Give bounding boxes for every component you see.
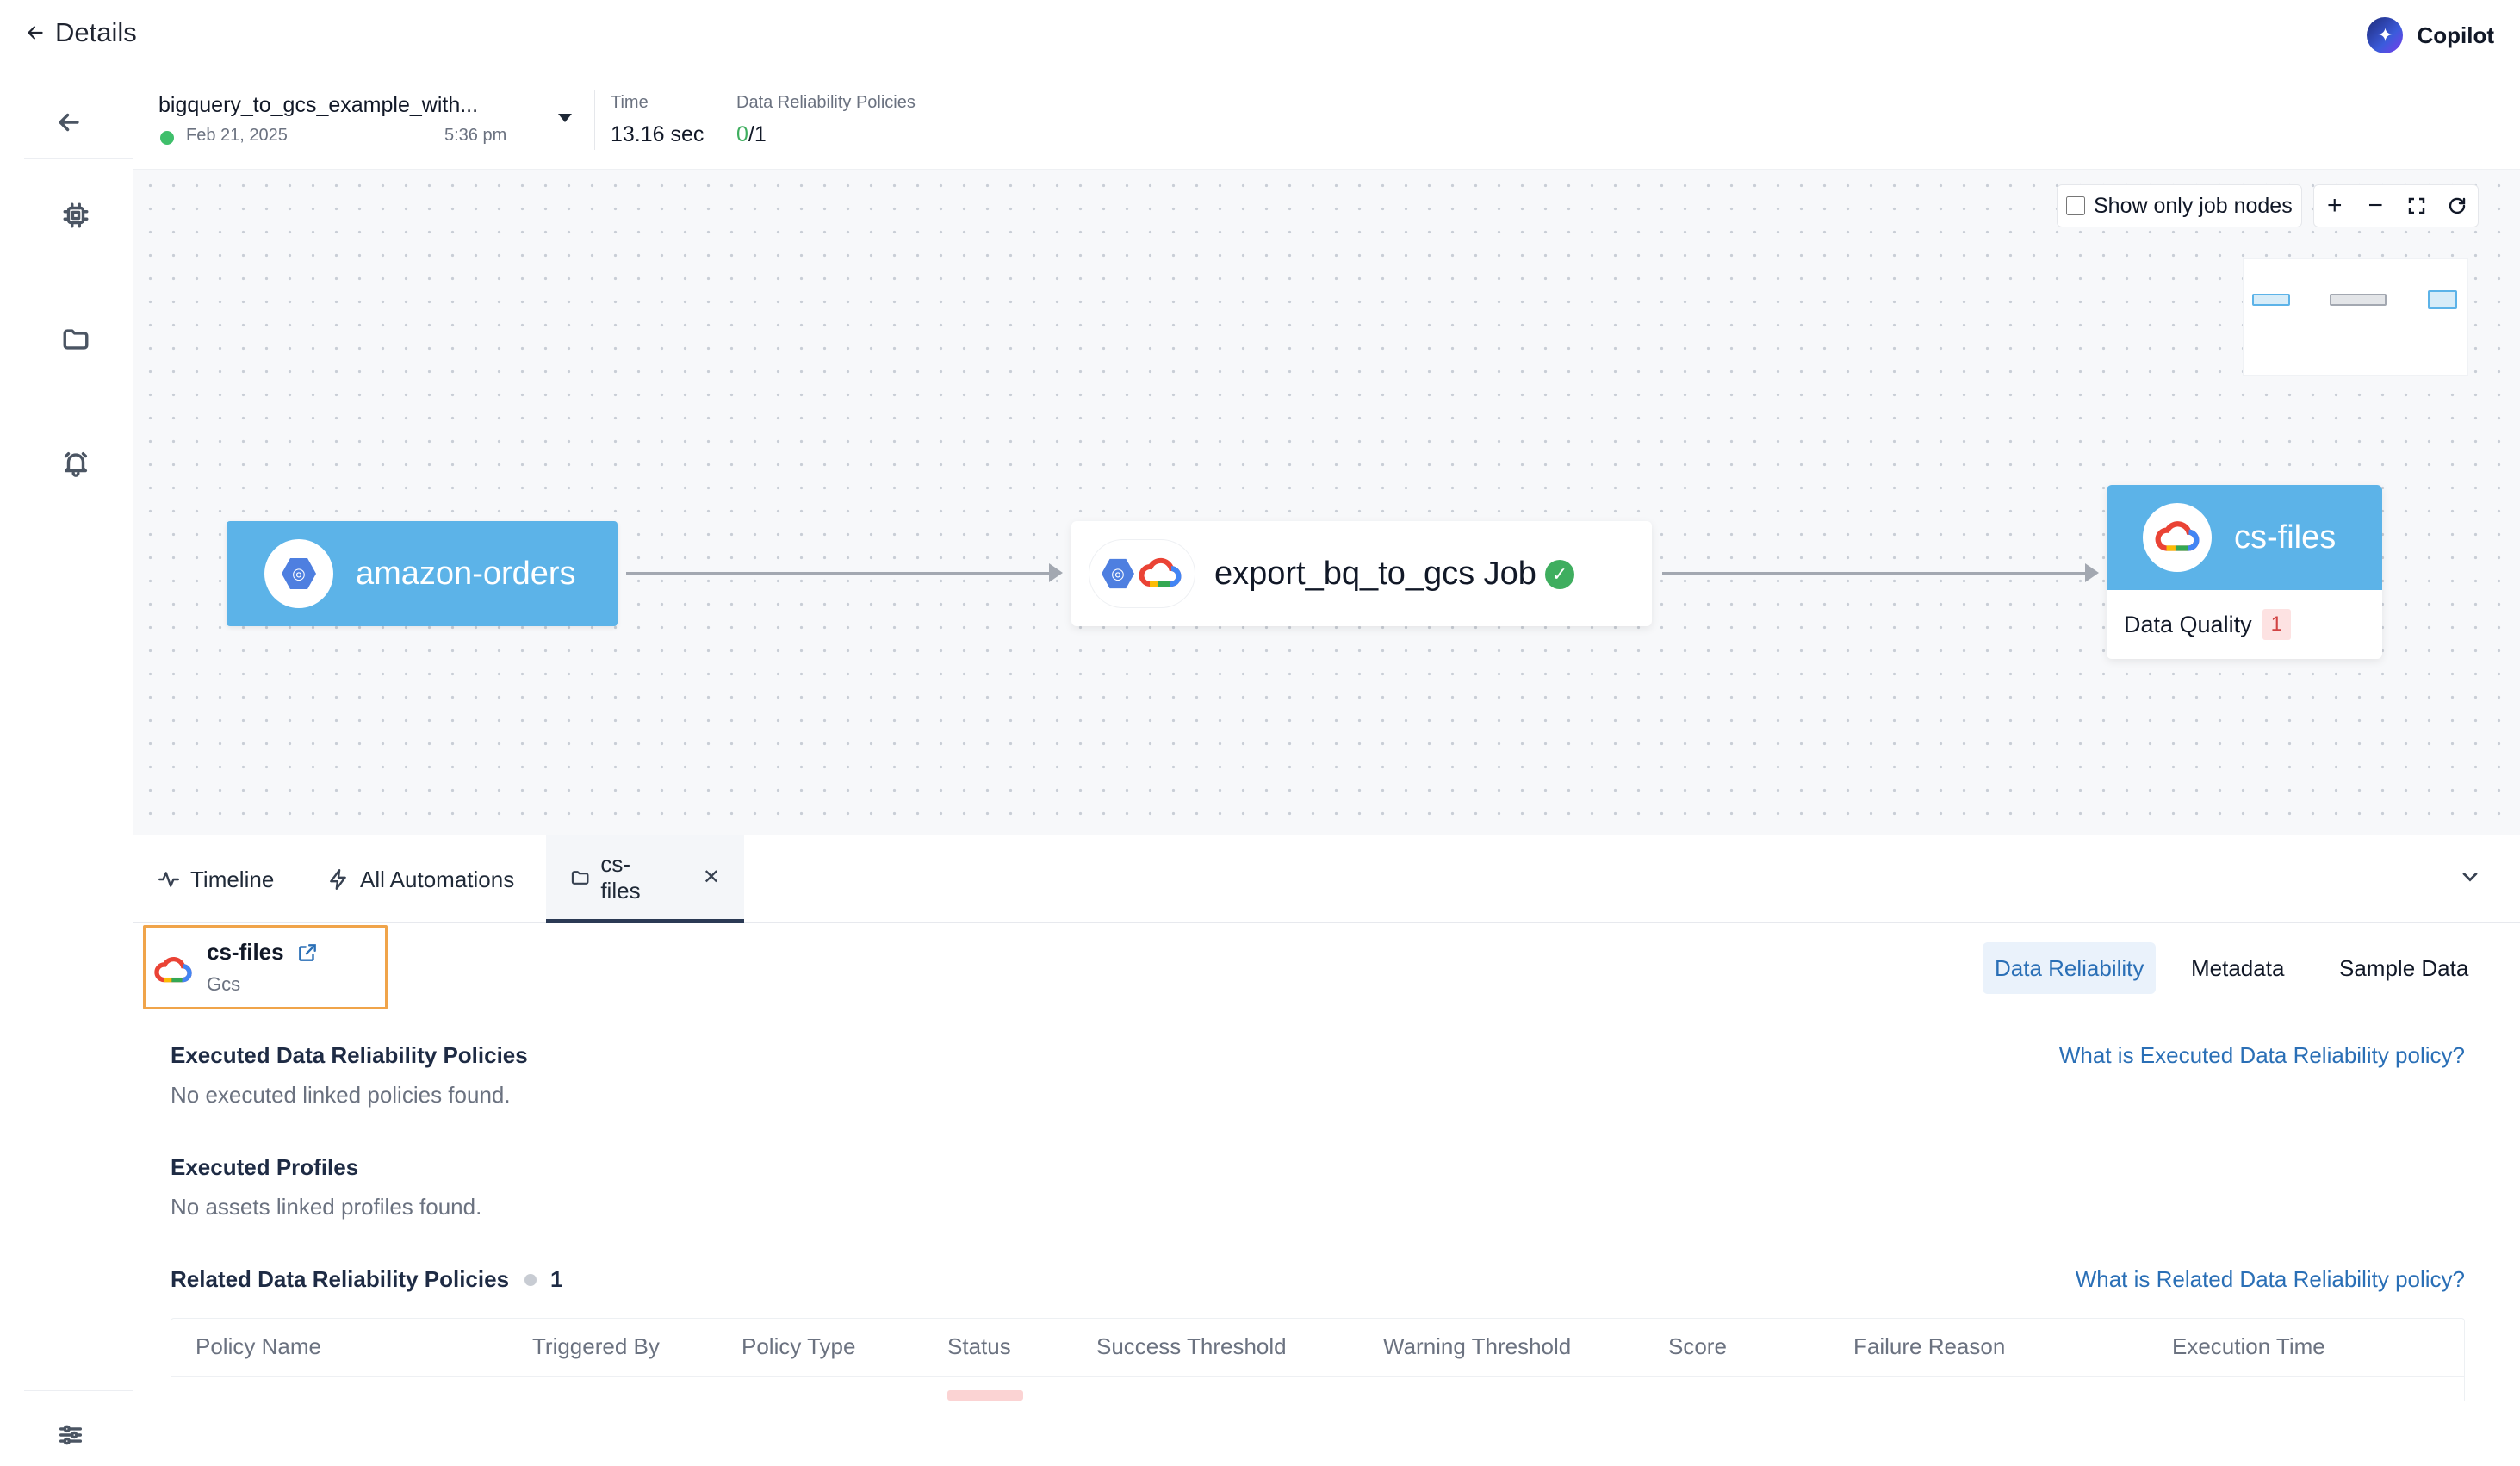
rail-divider: [24, 1390, 133, 1391]
data-quality-badge[interactable]: 1: [2262, 609, 2291, 640]
related-policies-title-text: Related Data Reliability Policies: [171, 1266, 510, 1292]
copilot-label: Copilot: [2417, 22, 2494, 48]
run-status-dot: [160, 131, 174, 145]
divider: [133, 169, 2520, 170]
column-header[interactable]: Policy Type: [742, 1333, 855, 1360]
tab-cs-files-label: cs-files: [600, 850, 641, 904]
show-only-job-nodes-label: Show only job nodes: [2094, 193, 2293, 218]
policies-passed: 0: [736, 122, 748, 146]
count-separator-dot: [524, 1273, 537, 1286]
close-icon[interactable]: ✕: [703, 865, 720, 890]
asset-name-text: cs-files: [207, 939, 284, 965]
policies-label: Data Reliability Policies: [736, 93, 916, 112]
gcs-cloud-icon: [154, 957, 192, 983]
policies-value: 0/1: [736, 122, 767, 147]
chip-icon[interactable]: [57, 196, 95, 234]
time-label: Time: [611, 93, 649, 112]
gcs-cloud-icon: [1139, 557, 1182, 587]
column-header[interactable]: Execution Time: [2172, 1333, 2325, 1360]
external-link-icon[interactable]: [296, 941, 319, 964]
gcs-cloud-icon: [2143, 503, 2212, 572]
scroll-cutoff: [133, 1401, 2520, 1466]
executed-profiles-empty: No assets linked profiles found.: [171, 1194, 482, 1220]
related-policies-title: Related Data Reliability Policies 1: [171, 1266, 563, 1293]
policies-total: /1: [748, 122, 767, 146]
asset-type: Gcs: [207, 973, 241, 995]
status-badge: [947, 1390, 1023, 1401]
back-arrow-icon[interactable]: [50, 103, 88, 141]
run-time-of-day: 5:36 pm: [444, 126, 507, 145]
related-policies-help-link[interactable]: What is Related Data Reliability policy?: [2076, 1266, 2465, 1293]
executed-policies-help-link[interactable]: What is Executed Data Reliability policy…: [2059, 1042, 2465, 1069]
source-node[interactable]: ◎ amazon-orders: [227, 521, 618, 626]
sparkle-icon: ✦: [2367, 17, 2404, 53]
zoom-in-icon[interactable]: +: [2318, 189, 2352, 223]
run-date: Feb 21, 2025: [186, 126, 288, 145]
target-node-label: cs-files: [2234, 519, 2337, 556]
fit-view-icon[interactable]: [2399, 189, 2434, 223]
divider: [594, 90, 595, 150]
source-node-label: amazon-orders: [356, 555, 576, 592]
activity-icon: [158, 872, 180, 887]
chevron-down-icon[interactable]: [558, 114, 572, 122]
executed-profiles-title: Executed Profiles: [171, 1154, 359, 1180]
column-header[interactable]: Success Threshold: [1096, 1333, 1287, 1360]
minimap-node: [2252, 294, 2290, 306]
success-check-icon: ✓: [1544, 560, 1574, 590]
chevron-down-icon[interactable]: [2458, 865, 2482, 889]
subtab-metadata[interactable]: Metadata: [2179, 942, 2296, 994]
job-source-icons: ◎: [1089, 539, 1195, 608]
bigquery-icon: ◎: [1102, 558, 1134, 589]
tab-all-automations[interactable]: All Automations: [303, 835, 538, 923]
bell-icon[interactable]: [57, 444, 95, 482]
executed-policies-empty: No executed linked policies found.: [171, 1082, 511, 1108]
tab-timeline[interactable]: Timeline: [133, 835, 298, 923]
tab-all-automations-label: All Automations: [360, 866, 515, 892]
related-policies-count: 1: [550, 1266, 563, 1292]
tab-cs-files[interactable]: cs-files ✕: [546, 835, 744, 923]
bolt-icon: [330, 868, 346, 891]
folder-icon[interactable]: [57, 320, 95, 358]
minimap[interactable]: [2243, 258, 2468, 376]
table-header-divider: [171, 1376, 2465, 1377]
left-rail: [0, 86, 133, 1466]
target-node[interactable]: cs-files Data Quality 1: [2107, 485, 2382, 659]
column-header[interactable]: Policy Name: [196, 1333, 321, 1360]
column-header[interactable]: Failure Reason: [1853, 1333, 2005, 1360]
folder-icon: [571, 870, 589, 885]
column-header[interactable]: Status: [947, 1333, 1011, 1360]
minimap-node: [2428, 290, 2457, 309]
arrow-head: [2085, 563, 2099, 582]
executed-policies-title: Executed Data Reliability Policies: [171, 1042, 528, 1068]
arrow-left-icon: [28, 26, 43, 40]
rail-divider: [24, 158, 133, 159]
sliders-icon[interactable]: [52, 1416, 90, 1454]
time-value: 13.16 sec: [611, 122, 704, 146]
job-node-name: export_bq_to_gcs Job: [1214, 555, 1536, 592]
subtab-data-reliability[interactable]: Data Reliability: [1983, 942, 2157, 994]
asset-name: cs-files: [207, 939, 319, 966]
show-only-job-nodes-toggle[interactable]: Show only job nodes: [2057, 184, 2302, 227]
column-header[interactable]: Warning Threshold: [1383, 1333, 1571, 1360]
copilot-button[interactable]: ✦ Copilot: [2367, 17, 2494, 53]
job-node-label: export_bq_to_gcs Job ✓: [1214, 556, 1574, 593]
edge: [1662, 572, 2088, 575]
column-header[interactable]: Triggered By: [532, 1333, 660, 1360]
minimap-node: [2330, 294, 2387, 306]
subtab-sample-data[interactable]: Sample Data: [2327, 942, 2480, 994]
refresh-icon[interactable]: [2440, 189, 2474, 223]
tab-timeline-label: Timeline: [190, 866, 275, 892]
zoom-controls: + −: [2313, 184, 2479, 227]
run-selector[interactable]: bigquery_to_gcs_example_with...: [158, 93, 478, 118]
bigquery-icon: ◎: [264, 539, 333, 608]
data-quality-label: Data Quality: [2124, 611, 2252, 637]
arrow-head: [1049, 563, 1063, 582]
details-back-link[interactable]: Details: [24, 17, 137, 48]
page-title: Details: [55, 17, 137, 47]
edge: [626, 572, 1052, 575]
show-only-job-nodes-checkbox[interactable]: [2066, 196, 2085, 215]
job-node[interactable]: ◎ export_bq_to_gcs Job ✓: [1071, 521, 1652, 626]
zoom-out-icon[interactable]: −: [2358, 189, 2393, 223]
column-header[interactable]: Score: [1668, 1333, 1727, 1360]
